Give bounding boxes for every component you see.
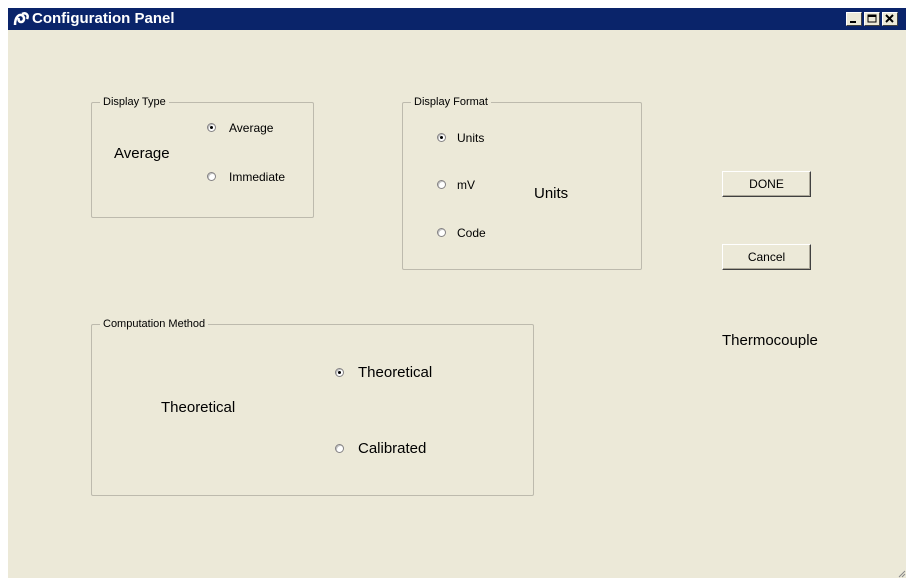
radio-code-button[interactable] [437, 228, 446, 237]
radio-units-button[interactable] [437, 133, 446, 142]
cancel-button[interactable]: Cancel [722, 244, 811, 270]
app-logo-icon [13, 12, 29, 26]
resize-grip-icon[interactable] [896, 568, 906, 578]
radio-immediate-button[interactable] [207, 172, 216, 181]
radio-theoretical-button[interactable] [335, 368, 344, 377]
radio-mv-button[interactable] [437, 180, 446, 189]
radio-average-button[interactable] [207, 123, 216, 132]
display-type-current-value: Average [114, 145, 170, 162]
close-icon [885, 14, 894, 23]
minimize-button[interactable] [846, 12, 862, 26]
cancel-button-label: Cancel [747, 250, 786, 264]
radio-immediate[interactable]: Immediate [207, 170, 307, 184]
computation-method-current-value: Theoretical [161, 399, 236, 416]
done-button-label: DONE [749, 177, 784, 191]
radio-calibrated-label: Calibrated [358, 440, 427, 457]
display-format-legend: Display Format [411, 95, 491, 109]
radio-code[interactable]: Code [437, 226, 507, 240]
radio-theoretical[interactable]: Theoretical [335, 364, 465, 382]
radio-code-label: Code [457, 226, 486, 240]
radio-units[interactable]: Units [437, 131, 507, 145]
radio-mv[interactable]: mV [437, 178, 497, 192]
radio-mv-label: mV [457, 178, 475, 192]
radio-units-label: Units [457, 131, 485, 145]
maximize-button[interactable] [864, 12, 880, 26]
done-button[interactable]: DONE [722, 171, 811, 197]
maximize-icon [867, 14, 877, 23]
radio-average-label: Average [229, 121, 274, 135]
radio-calibrated[interactable]: Calibrated [335, 440, 465, 458]
configuration-panel-window: Configuration Panel Display Type Average… [8, 8, 906, 578]
radio-calibrated-button[interactable] [335, 444, 344, 453]
radio-theoretical-label: Theoretical [358, 364, 433, 381]
title-bar[interactable]: Configuration Panel [8, 8, 906, 30]
minimize-icon [850, 21, 856, 23]
sensor-type-label: Thermocouple [722, 332, 818, 349]
display-format-current-value: Units [534, 185, 569, 202]
close-button[interactable] [882, 12, 898, 26]
display-type-legend: Display Type [100, 95, 169, 109]
radio-average[interactable]: Average [207, 121, 297, 135]
computation-method-legend: Computation Method [100, 317, 209, 331]
computation-method-group: Computation Method [91, 317, 534, 496]
radio-immediate-label: Immediate [229, 170, 286, 184]
window-title: Configuration Panel [32, 10, 175, 27]
